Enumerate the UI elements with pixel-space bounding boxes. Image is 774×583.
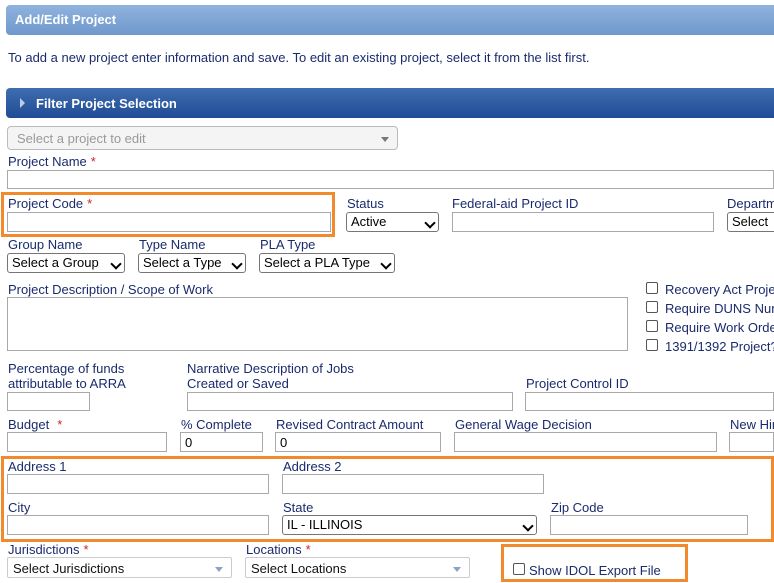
chevron-down-icon (380, 258, 392, 270)
zip-label: Zip Code (551, 500, 604, 515)
recovery-act-checkbox[interactable] (646, 282, 658, 294)
type-name-label: Type Name (139, 237, 206, 252)
project-code-label: Project Code * (8, 196, 93, 211)
project-select[interactable]: Select a project to edit (7, 126, 398, 150)
group-name-label: Group Name (8, 237, 83, 252)
state-select[interactable]: IL - ILLINOIS (282, 515, 537, 535)
project-name-input[interactable] (7, 170, 774, 189)
duns-checkbox[interactable] (646, 301, 658, 313)
filter-bar[interactable]: Filter Project Selection (6, 88, 774, 118)
chevron-down-icon (424, 217, 436, 229)
department-select[interactable]: Select (727, 212, 774, 232)
narrative-label: Narrative Description of Jobs Created or … (187, 361, 354, 391)
idol-export-checkbox[interactable] (513, 563, 525, 575)
project-1391-label: 1391/1392 Project? (665, 339, 774, 354)
chevron-down-icon (522, 520, 534, 532)
narrative-input[interactable] (187, 392, 513, 411)
project-code-input[interactable] (7, 212, 331, 232)
duns-label: Require DUNS Nur (665, 301, 774, 316)
address2-input[interactable] (282, 474, 544, 494)
project-1391-checkbox[interactable] (646, 339, 658, 351)
locations-label: Locations * (246, 542, 311, 557)
type-select[interactable]: Select a Type (138, 253, 246, 273)
chevron-down-icon (215, 567, 223, 572)
control-id-input[interactable] (525, 392, 774, 411)
jurisdictions-label: Jurisdictions * (8, 542, 89, 557)
new-hire-label: New Hir (730, 417, 774, 432)
status-label: Status (347, 196, 384, 211)
jurisdictions-select[interactable]: Select Jurisdictions (7, 557, 232, 578)
project-name-label: Project Name * (8, 154, 96, 169)
pct-complete-input[interactable]: 0 (180, 432, 263, 452)
zip-input[interactable] (550, 515, 748, 535)
chevron-down-icon (110, 258, 122, 270)
revised-amount-label: Revised Contract Amount (276, 417, 424, 432)
new-hire-input[interactable] (729, 432, 774, 452)
work-order-label: Require Work Orde (665, 320, 774, 335)
filter-title: Filter Project Selection (36, 96, 177, 111)
pct-complete-label: % Complete (181, 417, 252, 432)
intro-text: To add a new project enter information a… (8, 50, 590, 65)
panel-header: Add/Edit Project (6, 5, 774, 35)
state-label: State (283, 500, 314, 515)
address1-input[interactable] (7, 474, 269, 494)
wage-decision-input[interactable] (454, 432, 717, 452)
locations-select[interactable]: Select Locations (245, 557, 470, 578)
recovery-act-label: Recovery Act Proje (665, 282, 774, 297)
idol-export-label: Show IDOL Export File (529, 563, 661, 578)
pla-select[interactable]: Select a PLA Type (259, 253, 395, 273)
chevron-down-icon (381, 137, 389, 142)
federal-aid-input[interactable] (452, 212, 714, 232)
address2-label: Address 2 (283, 459, 342, 474)
project-select-placeholder: Select a project to edit (17, 131, 146, 146)
group-select[interactable]: Select a Group (7, 253, 125, 273)
budget-label: Budget * (8, 417, 63, 432)
pct-funds-label: Percentage of funds attributable to ARRA (8, 361, 126, 391)
address1-label: Address 1 (8, 459, 67, 474)
department-label: Departm (727, 196, 774, 211)
description-label: Project Description / Scope of Work (8, 282, 213, 297)
work-order-checkbox[interactable] (646, 320, 658, 332)
chevron-down-icon (231, 258, 243, 270)
control-id-label: Project Control ID (526, 376, 629, 391)
budget-input[interactable] (7, 432, 167, 452)
expand-triangle-icon (20, 98, 25, 108)
status-select[interactable]: Active (346, 212, 439, 232)
city-label: City (8, 500, 31, 515)
chevron-down-icon (453, 567, 461, 572)
description-textarea[interactable] (7, 297, 628, 351)
federal-aid-label: Federal-aid Project ID (452, 196, 579, 211)
pla-type-label: PLA Type (260, 237, 316, 252)
wage-decision-label: General Wage Decision (455, 417, 592, 432)
panel-title: Add/Edit Project (15, 12, 117, 27)
pct-funds-input[interactable] (7, 392, 90, 411)
revised-amount-input[interactable]: 0 (275, 432, 441, 452)
city-input[interactable] (7, 515, 269, 535)
